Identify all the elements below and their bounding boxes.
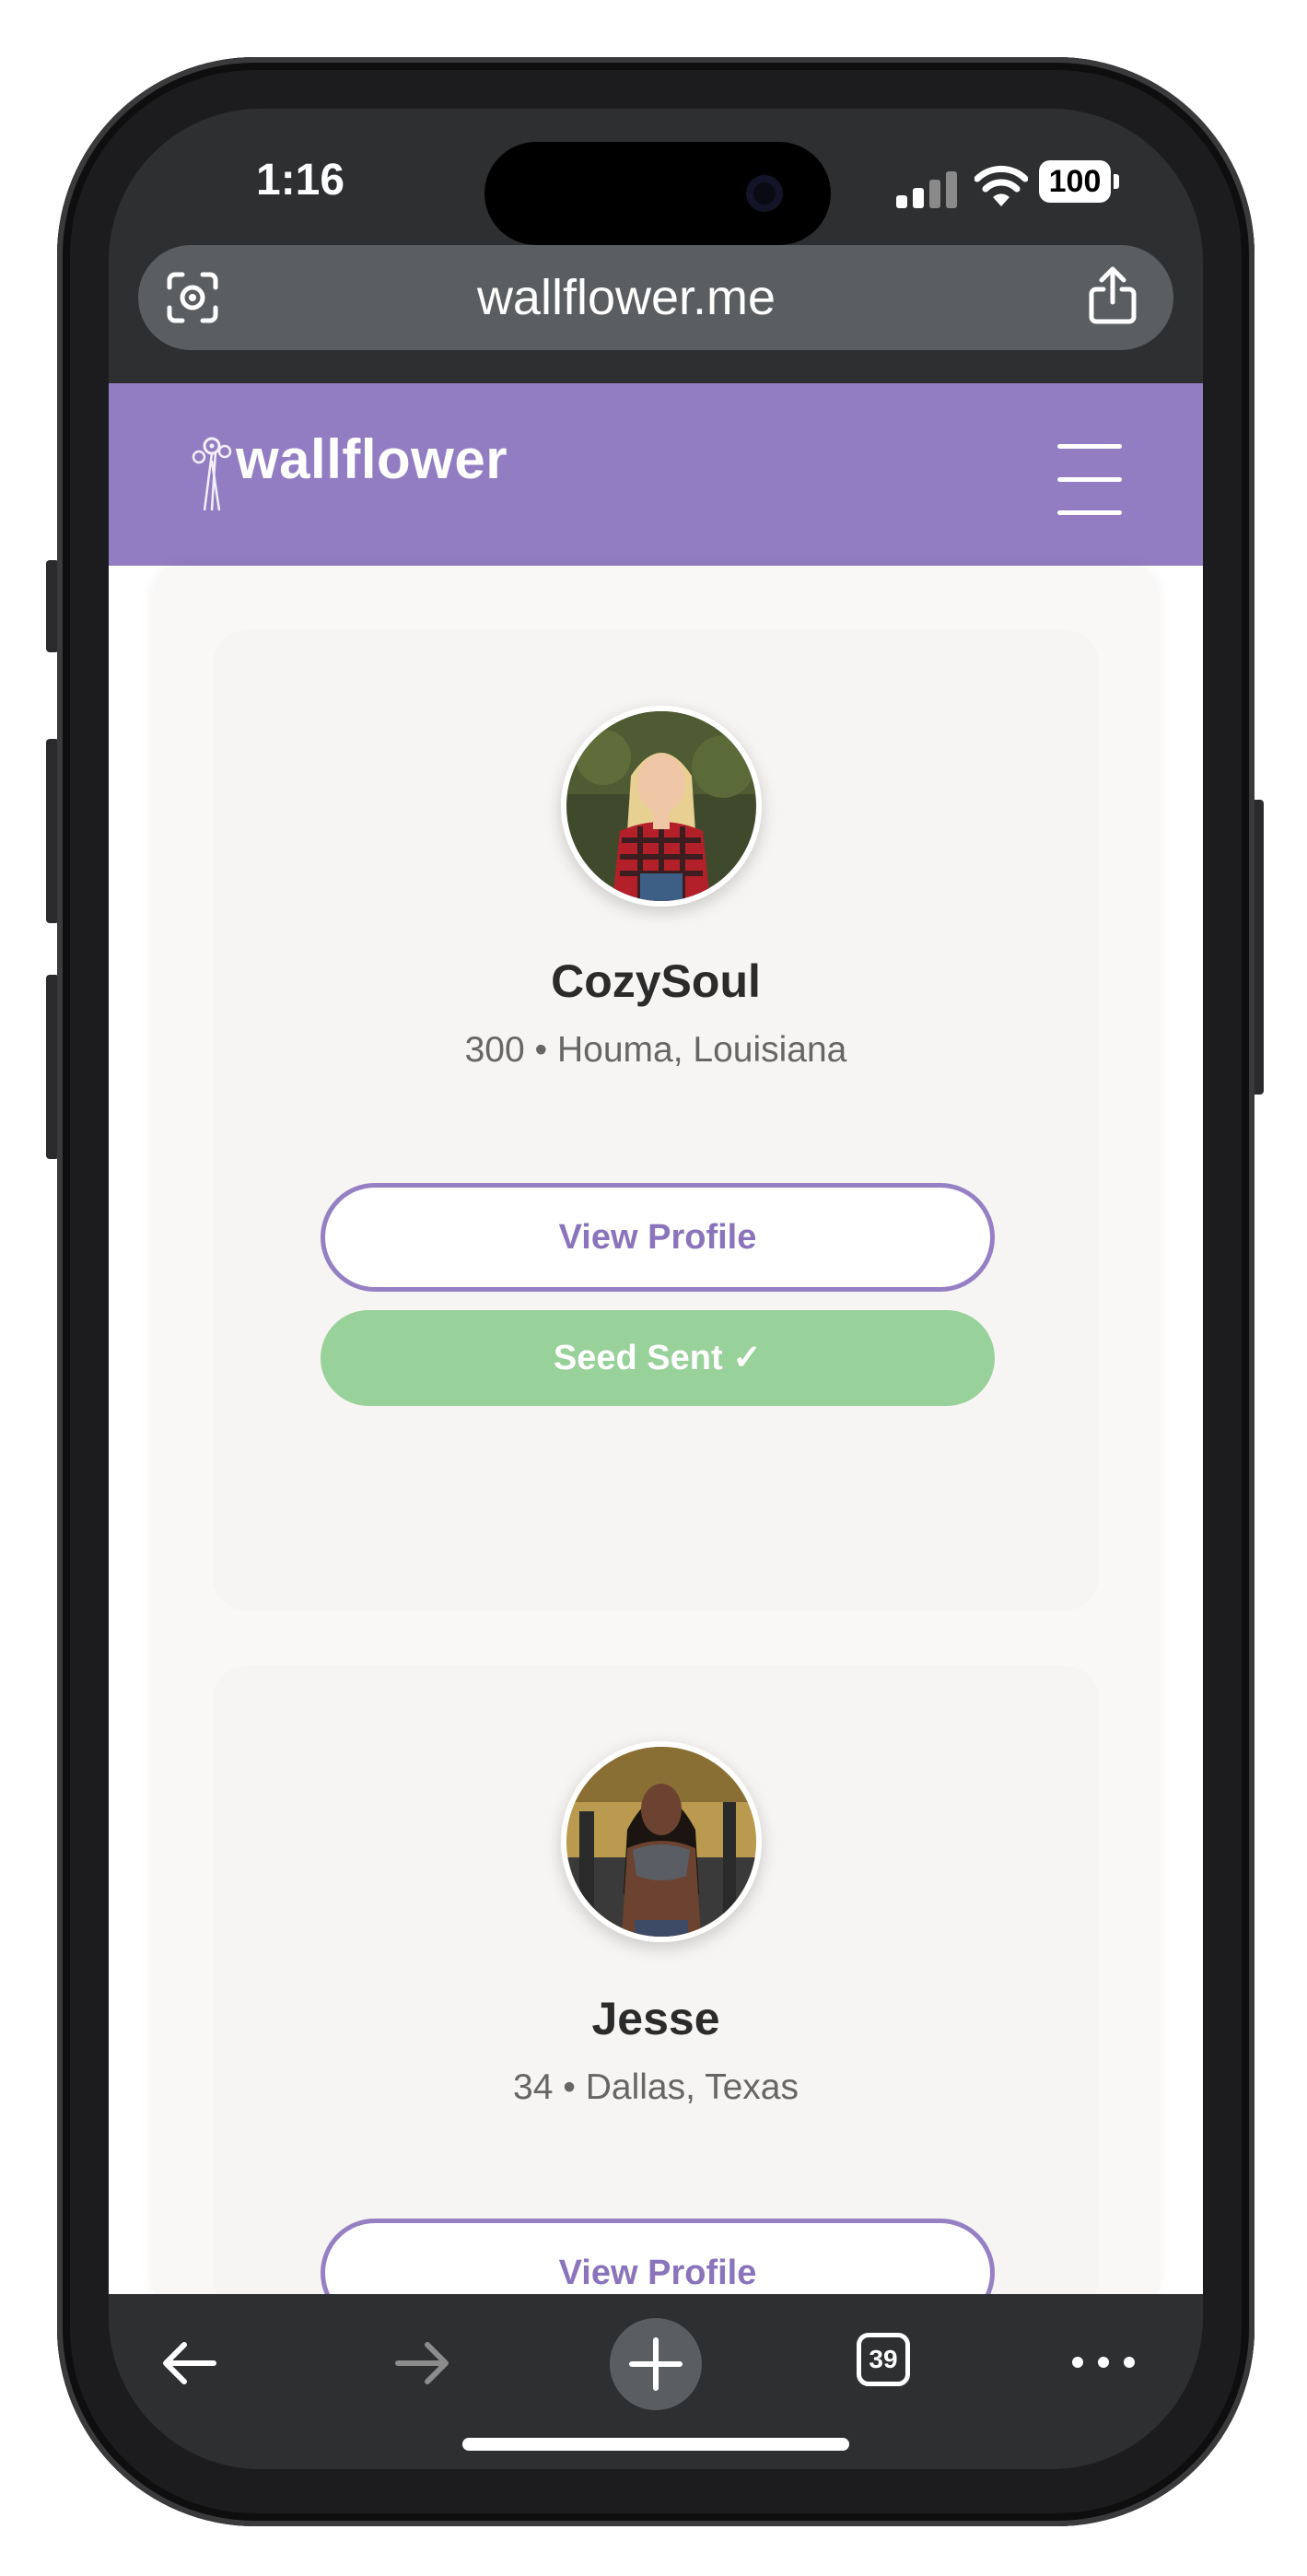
- profile-age-location: 34 • Dallas, Texas: [513, 2067, 799, 2107]
- plus-icon: [629, 2337, 683, 2391]
- visual-lookup-icon[interactable]: [166, 271, 219, 324]
- more-options-icon[interactable]: [1067, 2344, 1140, 2381]
- profile-photo-woman-plaid-shirt: [566, 711, 756, 901]
- profile-avatar[interactable]: [561, 1741, 762, 1942]
- profile-name: CozySoul: [551, 955, 761, 1007]
- tabs-button[interactable]: 39: [857, 2333, 910, 2386]
- seed-sent-button[interactable]: Seed Sent ✓: [321, 1310, 995, 1406]
- battery-icon: 100: [1039, 160, 1120, 205]
- site-logo[interactable]: wallflower: [236, 427, 508, 491]
- flower-logo-icon: [192, 437, 232, 511]
- url-text[interactable]: wallflower.me: [293, 245, 960, 350]
- profile-name: Jesse: [591, 1993, 720, 2044]
- hamburger-menu-icon[interactable]: [1057, 433, 1122, 525]
- forward-arrow-icon[interactable]: [391, 2331, 455, 2395]
- status-time: 1:16: [256, 156, 345, 205]
- tab-count: 39: [869, 2345, 898, 2373]
- phone-screen: 1:16 100 wallflower.me wallflower CozySo…: [109, 109, 1203, 2469]
- share-icon[interactable]: [1087, 265, 1138, 326]
- front-camera: [746, 175, 783, 212]
- wifi-icon: [974, 165, 1028, 206]
- profile-age-location: 300 • Houma, Louisiana: [464, 1030, 847, 1070]
- view-profile-button[interactable]: View Profile: [321, 1183, 995, 1292]
- profile-photo-woman-gym: [566, 1747, 756, 1937]
- profile-avatar[interactable]: [561, 706, 762, 907]
- back-arrow-icon[interactable]: [157, 2331, 221, 2395]
- battery-level: 100: [1039, 160, 1111, 203]
- home-indicator: [462, 2438, 849, 2451]
- battery-tip: [1114, 174, 1119, 189]
- new-tab-button[interactable]: [610, 2318, 702, 2410]
- cellular-signal-icon: [896, 171, 957, 208]
